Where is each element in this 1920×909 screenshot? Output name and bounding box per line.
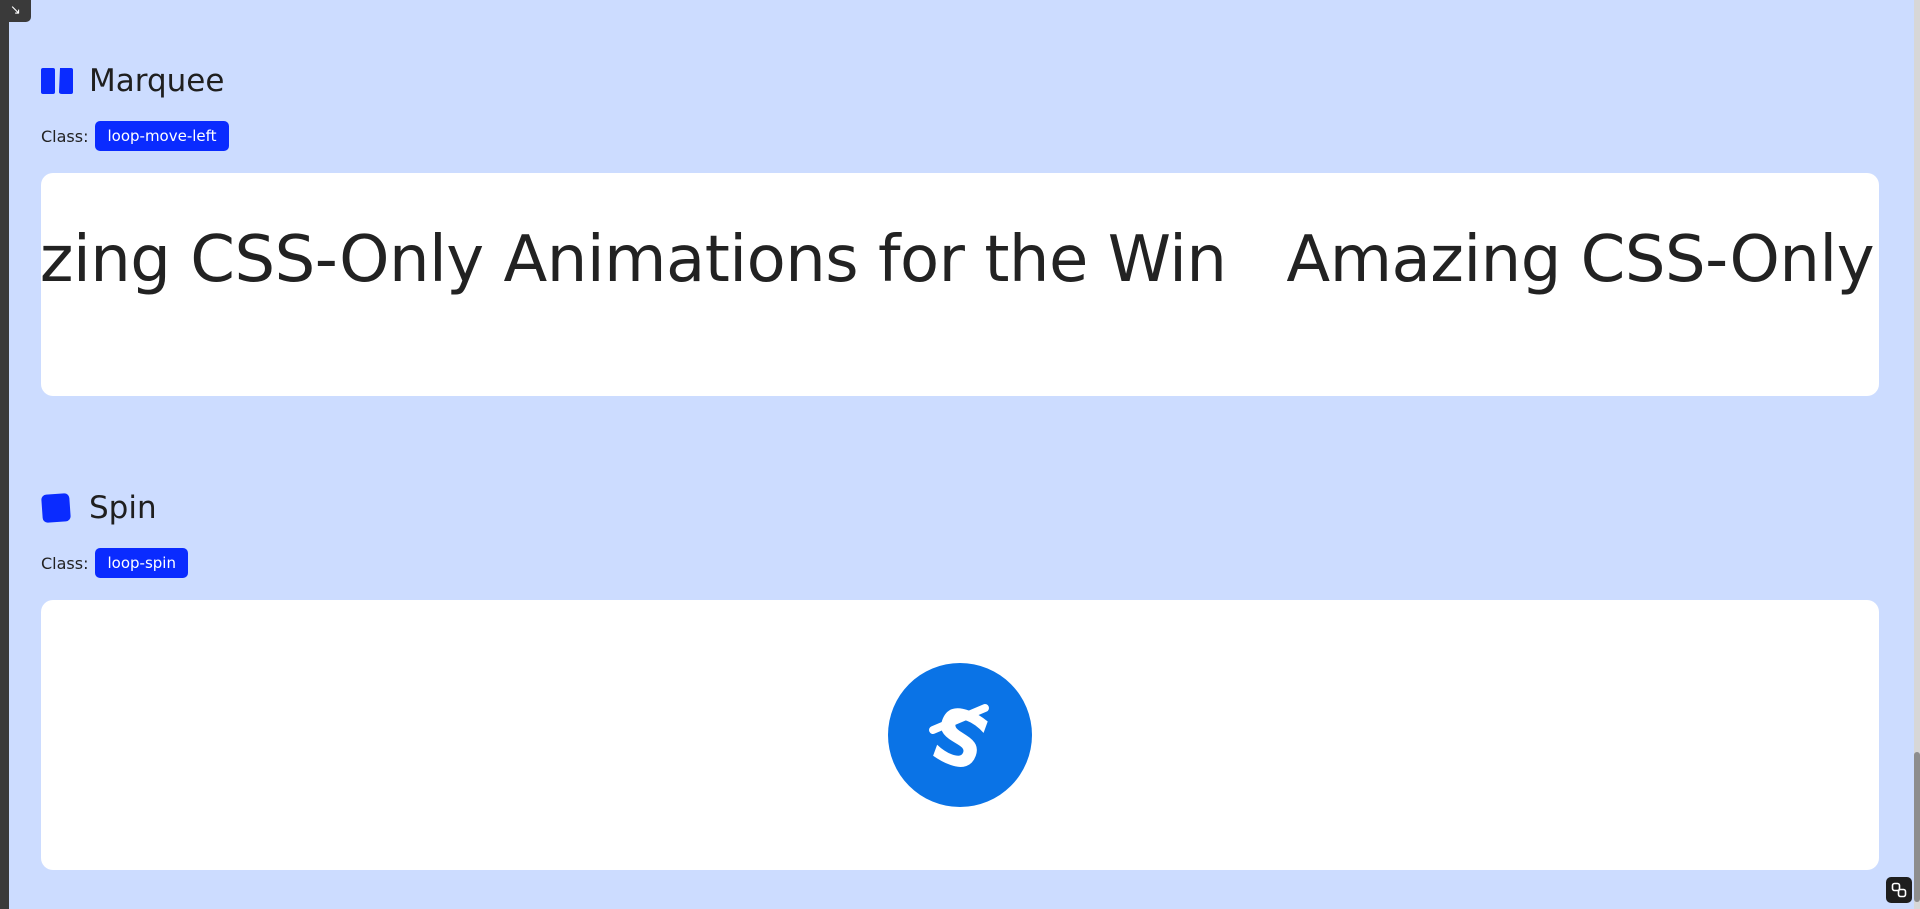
marquee-demo-panel: Amazing CSS-Only Animations for the Win A…	[41, 173, 1879, 396]
pause-bars-icon	[41, 66, 73, 96]
scrollbar[interactable]	[1914, 0, 1920, 909]
class-row: Class: loop-spin	[41, 548, 1879, 578]
spinning-logo: S	[888, 663, 1032, 807]
class-label: Class:	[41, 553, 89, 573]
s-logo-icon: S	[919, 690, 1001, 780]
floating-link-button[interactable]	[1886, 877, 1912, 903]
marquee-heading: Marquee	[41, 61, 1879, 101]
scrollbar-thumb[interactable]	[1914, 752, 1920, 902]
class-label: Class:	[41, 126, 89, 146]
marquee-section: Marquee Class: loop-move-left Amazing CS…	[41, 61, 1879, 396]
logo-glyph: S	[919, 690, 1001, 780]
rounded-square-icon	[41, 493, 73, 523]
spin-heading: Spin	[41, 488, 1879, 528]
section-title: Marquee	[89, 63, 225, 99]
spin-section: Spin Class: loop-spin S	[41, 488, 1879, 870]
class-badge: loop-spin	[95, 548, 188, 578]
spin-demo-panel: S	[41, 600, 1879, 870]
link-icon	[1891, 882, 1907, 898]
section-title: Spin	[89, 490, 157, 526]
arrow-down-right-icon: ↘	[10, 3, 21, 18]
marquee-text: Amazing CSS-Only Animations for the Win	[41, 223, 1227, 297]
class-badge: loop-move-left	[95, 121, 229, 151]
left-edge-strip	[0, 0, 9, 909]
class-row: Class: loop-move-left	[41, 121, 1879, 151]
marquee-text: Amazing CSS-Only Animations for the Win	[1286, 223, 1879, 297]
corner-arrow-button[interactable]: ↘	[0, 0, 31, 22]
marquee-track: Amazing CSS-Only Animations for the Win A…	[41, 223, 1879, 297]
